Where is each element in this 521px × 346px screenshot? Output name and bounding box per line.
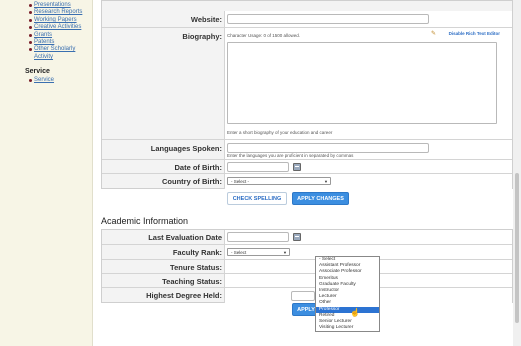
rank-option[interactable]: Visiting Lecturer: [316, 325, 379, 331]
cob-label: Country of Birth:: [162, 177, 222, 186]
sidebar-item-other-scholarly[interactable]: Other Scholarly Activity: [0, 46, 84, 61]
profile-form: Website: Biography: Character Usage: 0 o…: [101, 0, 513, 189]
cob-row: Country of Birth: - Select - ▼: [102, 173, 512, 189]
disable-rte-link[interactable]: Disable Rich Text Editor: [449, 31, 500, 36]
dob-input[interactable]: [227, 162, 289, 172]
sidebar-item-creative-activities[interactable]: Creative Activities: [0, 24, 92, 31]
char-usage-text: Character Usage: 0 of 1500 allowed.: [227, 33, 301, 38]
sidebar-item-service[interactable]: Service: [0, 77, 92, 84]
faculty-rank-dropdown[interactable]: - Select Assistant Professor Associate P…: [315, 256, 380, 333]
edit-icon: ✎: [430, 31, 436, 37]
website-row: Website:: [102, 11, 512, 27]
teaching-label: Teaching Status:: [162, 277, 222, 286]
cursor-pointer-icon: ☝: [350, 308, 360, 317]
biography-row: Biography: Character Usage: 0 of 1500 al…: [102, 27, 512, 140]
academic-form: Last Evaluation Date Faculty Rank: - Sel…: [101, 229, 513, 303]
calendar-icon[interactable]: [293, 163, 301, 171]
faculty-rank-label: Faculty Rank:: [172, 248, 222, 257]
sidebar-item-grants[interactable]: Grants: [0, 32, 92, 39]
sidebar-item-research-reports[interactable]: Research Reports: [0, 9, 92, 16]
tenure-row: Tenure Status:: [102, 259, 512, 274]
scrollbar-thumb[interactable]: [515, 173, 519, 323]
website-input[interactable]: [227, 14, 429, 24]
chevron-down-icon: ▼: [283, 250, 287, 255]
sidebar: Presentations Research Reports Working P…: [0, 0, 93, 346]
degree-label: Highest Degree Held:: [146, 291, 222, 300]
biography-label: Biography:: [182, 32, 222, 41]
cob-select[interactable]: - Select - ▼: [227, 177, 331, 185]
chevron-down-icon: ▼: [324, 179, 328, 184]
last-eval-input[interactable]: [227, 232, 289, 242]
last-eval-row: Last Evaluation Date: [102, 230, 512, 244]
languages-row: Languages Spoken: Enter the languages yo…: [102, 139, 512, 160]
teaching-row: Teaching Status:: [102, 273, 512, 288]
website-label: Website:: [190, 15, 222, 24]
languages-label: Languages Spoken:: [150, 144, 222, 153]
check-spelling-button[interactable]: CHECK SPELLING: [227, 192, 287, 205]
bio-hint: Enter a short biography of your educatio…: [227, 130, 333, 135]
languages-hint: Enter the languages you are proficient i…: [227, 153, 354, 158]
degree-row: Highest Degree Held:: [102, 287, 512, 303]
tenure-label: Tenure Status:: [170, 263, 222, 272]
dob-row: Date of Birth:: [102, 159, 512, 174]
scrollbar[interactable]: [513, 0, 521, 346]
calendar-icon[interactable]: [293, 233, 301, 241]
main-content: Website: Biography: Character Usage: 0 o…: [93, 0, 513, 346]
apply-changes-button[interactable]: APPLY CHANGES: [292, 192, 349, 205]
last-eval-label: Last Evaluation Date: [148, 233, 222, 242]
biography-textarea[interactable]: [227, 42, 497, 124]
faculty-rank-select[interactable]: - Select ▼: [227, 248, 290, 256]
faculty-rank-row: Faculty Rank: - Select ▼: [102, 244, 512, 260]
sidebar-section-service: Service: [25, 68, 50, 76]
sidebar-item-presentations[interactable]: Presentations: [0, 2, 92, 9]
sidebar-item-patents[interactable]: Patents: [0, 39, 92, 46]
academic-heading: Academic Information: [101, 216, 189, 226]
degree-input[interactable]: [291, 291, 315, 301]
dob-label: Date of Birth:: [174, 163, 223, 172]
sidebar-item-working-papers[interactable]: Working Papers: [0, 17, 92, 24]
languages-input[interactable]: [227, 143, 429, 153]
